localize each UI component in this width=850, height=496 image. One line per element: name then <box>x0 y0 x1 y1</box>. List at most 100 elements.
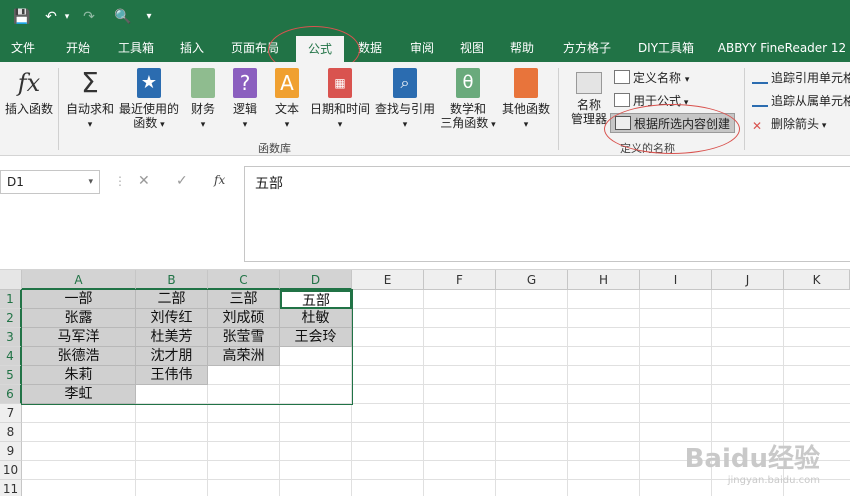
row-header[interactable]: 2 <box>0 309 22 328</box>
math-trig-button[interactable]: θ 数学和 三角函数 ▾ <box>440 68 496 132</box>
trace-precedents-button[interactable]: 追踪引用单元格 <box>752 68 850 88</box>
cell-b1[interactable]: 二部 <box>136 290 208 309</box>
name-manager-label-1: 名称 <box>576 98 601 112</box>
remove-arrows-icon: ✕ <box>752 119 763 133</box>
cell-c2[interactable]: 刘成硕 <box>208 309 280 328</box>
row-header[interactable]: 5 <box>0 366 22 385</box>
tab-help[interactable]: 帮助 <box>502 34 542 62</box>
tab-home[interactable]: 开始 <box>54 34 102 62</box>
column-header[interactable]: F <box>424 270 496 290</box>
cell-a5[interactable]: 朱莉 <box>22 366 136 385</box>
row-header[interactable]: 10 <box>0 461 22 480</box>
row-header[interactable]: 6 <box>0 385 22 404</box>
name-box-value: D1 <box>7 175 24 189</box>
tab-review[interactable]: 审阅 <box>400 34 444 62</box>
column-header[interactable]: J <box>712 270 784 290</box>
cell-b2[interactable]: 刘传红 <box>136 309 208 328</box>
tab-diy-toolbox[interactable]: DIY工具箱 <box>632 34 700 62</box>
logical-button[interactable]: ? 逻辑 ▾ <box>228 68 262 132</box>
name-box[interactable]: D1 ▾ <box>0 170 100 194</box>
sigma-icon: Σ <box>81 66 99 99</box>
column-header[interactable]: D <box>280 270 352 290</box>
column-header[interactable]: A <box>22 270 136 290</box>
save-icon[interactable]: 💾 <box>10 6 34 28</box>
cell-c3[interactable]: 张莹雪 <box>208 328 280 347</box>
row-header[interactable]: 4 <box>0 347 22 366</box>
cell-a6[interactable]: 李虹 <box>22 385 136 404</box>
calendar-icon: ▦ <box>328 68 352 98</box>
print-preview-icon[interactable]: 🔍 <box>112 6 134 28</box>
row-header[interactable]: 8 <box>0 423 22 442</box>
enter-icon[interactable]: ✓ <box>176 173 188 189</box>
insert-function-fx-icon[interactable]: fx <box>214 173 225 187</box>
lookup-button[interactable]: ⌕ 查找与引用 ▾ <box>374 68 436 132</box>
row-header[interactable]: 7 <box>0 404 22 423</box>
formula-content: 五部 <box>255 176 283 192</box>
ribbon-tabs: 文件 开始 工具箱 插入 页面布局 公式 数据 审阅 视图 帮助 方方格子 DI… <box>0 34 850 62</box>
tab-abbyy[interactable]: ABBYY FineReader 12 <box>714 34 850 62</box>
tab-insert[interactable]: 插入 <box>170 34 214 62</box>
define-name-button[interactable]: 定义名称 ▾ <box>614 68 689 88</box>
function-library-group-label: 函数库 <box>258 142 291 155</box>
redo-icon[interactable]: ↷ <box>78 6 100 28</box>
cell-a1[interactable]: 一部 <box>22 290 136 309</box>
chevron-down-icon[interactable]: ▾ <box>88 171 93 193</box>
name-manager-button[interactable]: 名称 管理器 <box>566 72 612 126</box>
trace-dependents-button[interactable]: 追踪从属单元格 <box>752 91 850 111</box>
recently-used-button[interactable]: ★ 最近使用的 函数 ▾ <box>118 68 180 132</box>
question-book-icon: ? <box>233 68 257 98</box>
logical-label: 逻辑 <box>232 102 257 116</box>
row-header[interactable]: 3 <box>0 328 22 347</box>
column-header[interactable]: I <box>640 270 712 290</box>
financial-button[interactable]: 财务 ▾ <box>186 68 220 132</box>
cancel-icon[interactable]: ✕ <box>138 173 150 189</box>
tab-view[interactable]: 视图 <box>450 34 494 62</box>
ribbon-separator <box>558 68 559 150</box>
name-tag-icon <box>576 72 602 94</box>
autosum-button[interactable]: Σ 自动求和 ▾ <box>64 68 116 132</box>
more-functions-icon <box>514 68 538 98</box>
name-tag-small-icon <box>614 70 630 84</box>
cell-b3[interactable]: 杜美芳 <box>136 328 208 347</box>
trace-precedents-icon <box>752 70 768 84</box>
cell-b4[interactable]: 沈才朋 <box>136 347 208 366</box>
insert-function-button[interactable]: fx 插入函数 <box>4 68 54 116</box>
column-header[interactable]: E <box>352 270 424 290</box>
row-header[interactable]: 1 <box>0 290 22 309</box>
watermark-url: jingyan.baidu.com <box>727 475 820 486</box>
insert-function-label: 插入函数 <box>4 102 53 116</box>
undo-icon[interactable]: ↶ <box>40 6 62 28</box>
row-header[interactable]: 9 <box>0 442 22 461</box>
row-header[interactable]: 11 <box>0 480 22 496</box>
customize-qat-icon[interactable]: ▾ <box>142 6 156 28</box>
column-header[interactable]: C <box>208 270 280 290</box>
tab-toolbox[interactable]: 工具箱 <box>110 34 162 62</box>
undo-dropdown-icon[interactable]: ▾ <box>62 6 72 28</box>
select-all-corner[interactable] <box>0 270 22 290</box>
cell-c1[interactable]: 三部 <box>208 290 280 309</box>
trace-dependents-icon <box>752 93 768 107</box>
cell-b5[interactable]: 王伟伟 <box>136 366 208 385</box>
column-header[interactable]: B <box>136 270 208 290</box>
formula-input[interactable]: 五部 <box>244 166 850 262</box>
cell-a3[interactable]: 马军洋 <box>22 328 136 347</box>
cell-d2[interactable]: 杜敏 <box>280 309 352 328</box>
grid-line <box>639 290 640 496</box>
cell-c4[interactable]: 高荣洲 <box>208 347 280 366</box>
datetime-label: 日期和时间 <box>309 102 370 116</box>
datetime-button[interactable]: ▦ 日期和时间 ▾ <box>308 68 372 132</box>
more-functions-button[interactable]: 其他函数 ▾ <box>500 68 552 132</box>
cell-d3[interactable]: 王会玲 <box>280 328 352 347</box>
text-button[interactable]: A 文本 ▾ <box>270 68 304 132</box>
column-header[interactable]: G <box>496 270 568 290</box>
tab-file[interactable]: 文件 <box>0 34 46 62</box>
tab-fangfang[interactable]: 方方格子 <box>556 34 618 62</box>
cell-a4[interactable]: 张德浩 <box>22 347 136 366</box>
annotation-circle-create-button <box>604 104 740 154</box>
remove-arrows-button[interactable]: ✕ 删除箭头 ▾ <box>752 114 826 134</box>
column-header[interactable]: K <box>784 270 850 290</box>
cell-a2[interactable]: 张露 <box>22 309 136 328</box>
text-book-icon: A <box>275 68 299 98</box>
cell-d1-active[interactable]: 五部 <box>280 290 352 309</box>
column-header[interactable]: H <box>568 270 640 290</box>
